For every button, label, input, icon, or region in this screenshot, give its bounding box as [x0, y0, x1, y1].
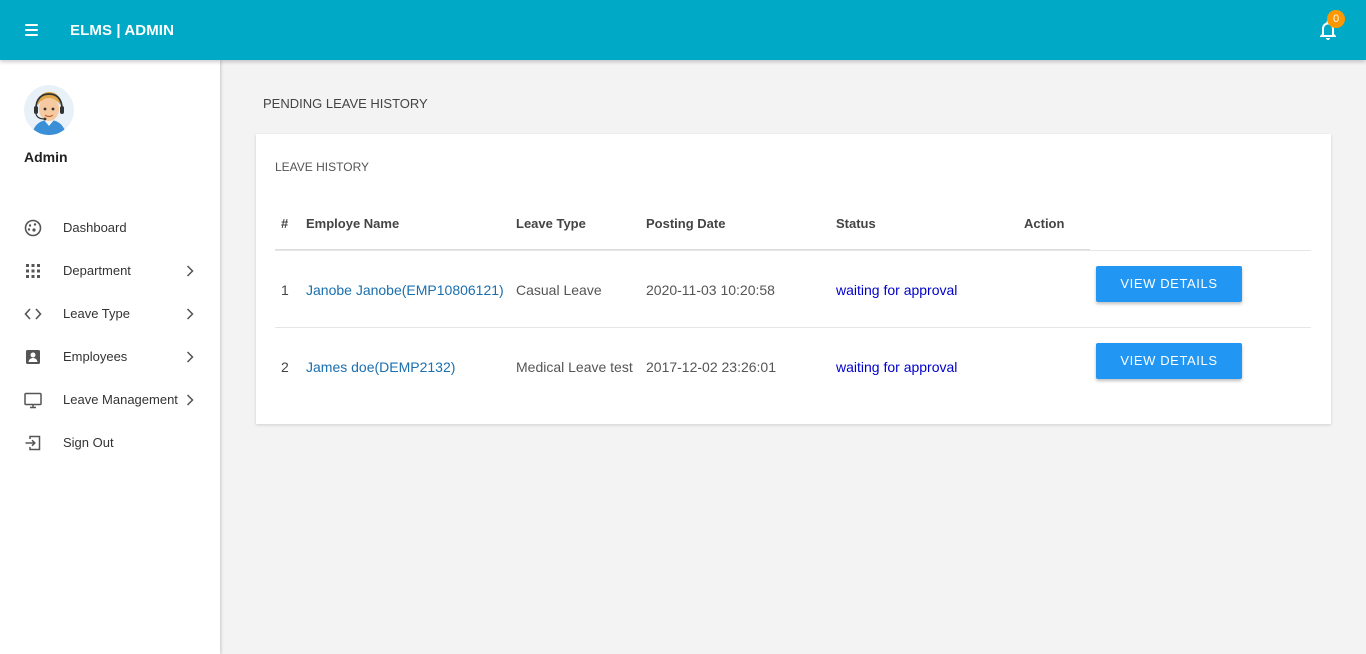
employee-name-link[interactable]: James doe(DEMP2132) — [306, 359, 455, 375]
chevron-right-icon — [186, 308, 194, 320]
sign-out-icon — [25, 435, 41, 451]
sidebar-item-leave-type[interactable]: Leave Type — [0, 296, 220, 332]
grid-icon — [26, 264, 40, 278]
column-header-number: # — [281, 216, 289, 231]
sidebar-item-employees[interactable]: Employees — [0, 339, 220, 375]
leave-type-cell: Medical Leave test — [516, 359, 633, 375]
avatar-image — [24, 85, 74, 135]
account-box-icon — [26, 350, 40, 364]
sidebar-item-label: Department — [63, 263, 131, 278]
sidebar-item-department[interactable]: Department — [0, 253, 220, 289]
notification-badge: 0 — [1327, 10, 1345, 28]
chevron-right-icon — [186, 265, 194, 277]
column-header-employee-name: Employe Name — [306, 216, 400, 231]
sidebar-item-leave-management[interactable]: Leave Management — [0, 382, 220, 418]
dashboard-icon — [24, 219, 42, 237]
posting-date-cell: 2017-12-02 23:26:01 — [646, 359, 776, 375]
column-header-leave-type: Leave Type — [516, 216, 586, 231]
status-badge: waiting for approval — [836, 359, 958, 375]
leave-history-card: LEAVE HISTORY # Employe Name Leave Type … — [256, 134, 1331, 424]
posting-date-cell: 2020-11-03 10:20:58 — [646, 282, 775, 298]
sidebar-item-label: Employees — [63, 349, 128, 364]
user-name: Admin — [24, 149, 68, 165]
leave-type-cell: Casual Leave — [516, 282, 602, 298]
sidebar: Admin Dashboard Department Leave Type Em… — [0, 60, 220, 654]
code-icon — [24, 308, 42, 320]
app-brand: ELMS | ADMIN — [70, 22, 175, 39]
desktop-icon — [24, 392, 42, 409]
chevron-right-icon — [186, 351, 194, 363]
employee-name-link[interactable]: Janobe Janobe(EMP10806121) — [306, 282, 504, 298]
top-bar: ELMS | ADMIN 0 — [0, 0, 1366, 60]
avatar — [24, 85, 74, 135]
column-header-status: Status — [836, 216, 876, 231]
sidebar-item-label: Leave Type — [63, 306, 130, 321]
status-badge: waiting for approval — [836, 282, 958, 298]
sidebar-item-label: Leave Management — [63, 392, 178, 407]
sidebar-item-sign-out[interactable]: Sign Out — [0, 425, 220, 461]
table-divider — [275, 327, 1311, 328]
column-header-action: Action — [1024, 216, 1065, 231]
sidebar-item-label: Sign Out — [63, 435, 114, 450]
table-divider — [275, 250, 1311, 251]
row-number: 1 — [281, 282, 289, 298]
card-title: LEAVE HISTORY — [275, 160, 370, 174]
page-title: PENDING LEAVE HISTORY — [263, 96, 428, 111]
sidebar-item-dashboard[interactable]: Dashboard — [0, 210, 220, 246]
view-details-button[interactable]: VIEW DETAILS — [1096, 343, 1242, 379]
sidebar-item-label: Dashboard — [63, 220, 127, 235]
row-number: 2 — [281, 359, 289, 375]
chevron-right-icon — [186, 394, 194, 406]
view-details-button[interactable]: VIEW DETAILS — [1096, 266, 1242, 302]
menu-icon[interactable] — [25, 24, 39, 36]
column-header-posting-date: Posting Date — [646, 216, 726, 231]
